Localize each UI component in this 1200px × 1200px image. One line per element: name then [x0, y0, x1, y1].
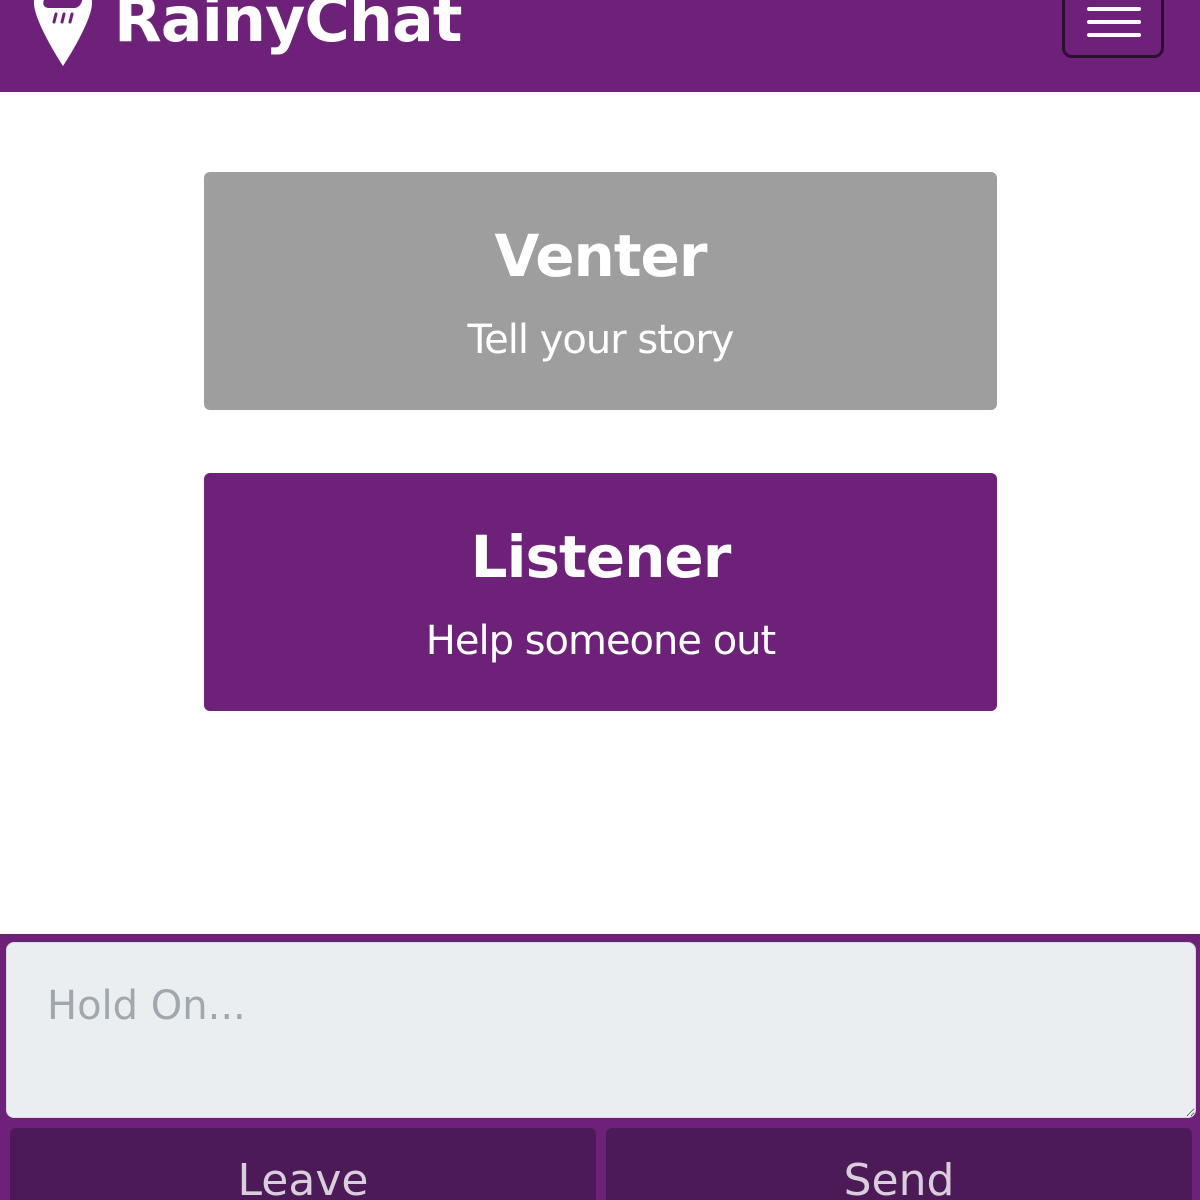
brand-name: RainyChat [114, 0, 462, 56]
listener-title: Listener [470, 523, 732, 591]
top-navbar: RainyChat [0, 0, 1200, 92]
chat-footer: Leave Send [0, 934, 1200, 1200]
raincloud-pin-icon [34, 0, 92, 66]
venter-role-button[interactable]: Venter Tell your story [204, 172, 997, 410]
venter-subtitle: Tell your story [467, 317, 735, 363]
message-input[interactable] [6, 942, 1196, 1118]
hamburger-menu-icon [1087, 7, 1141, 11]
venter-title: Venter [494, 222, 707, 290]
menu-toggle-button[interactable] [1062, 0, 1164, 58]
app-page: RainyChat Venter Tell your story Listene… [0, 0, 1200, 1200]
hamburger-menu-icon [1087, 20, 1141, 24]
listener-role-button[interactable]: Listener Help someone out [204, 473, 997, 711]
brand-link[interactable]: RainyChat [32, 0, 462, 70]
listener-subtitle: Help someone out [425, 618, 776, 664]
hamburger-menu-icon [1087, 33, 1141, 37]
send-button[interactable]: Send [606, 1128, 1192, 1200]
leave-button[interactable]: Leave [10, 1128, 596, 1200]
